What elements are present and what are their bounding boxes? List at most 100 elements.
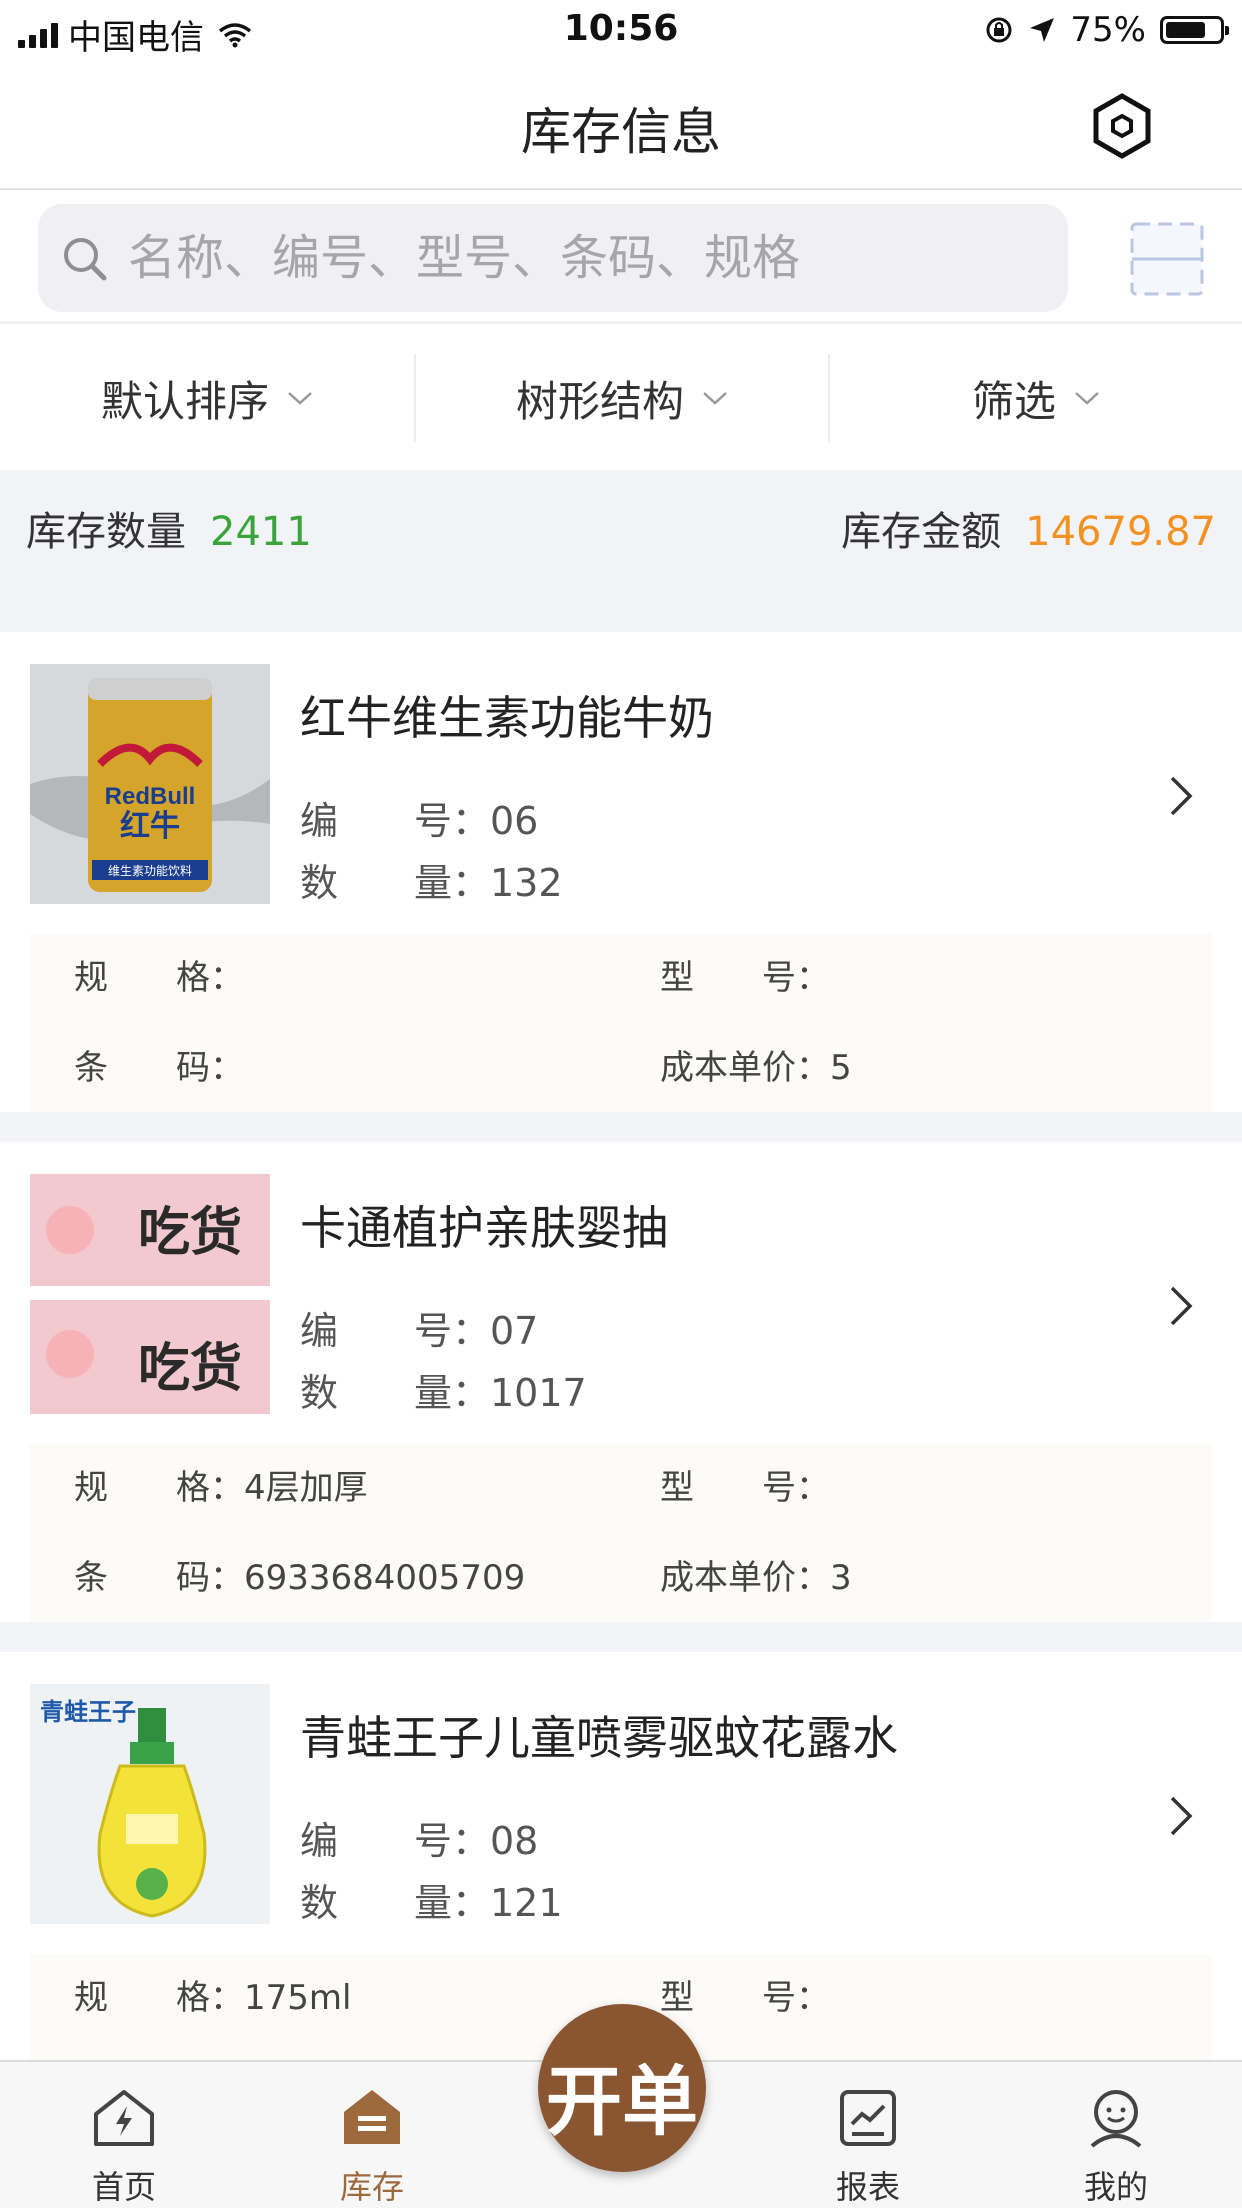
divider	[0, 1622, 1242, 1652]
quantity-value: 1017	[490, 1371, 587, 1415]
chevron-down-icon	[703, 392, 727, 405]
product-image-mosquito-spray: 青蛙王子	[30, 1684, 270, 1924]
stock-quantity-value: 2411	[210, 509, 312, 555]
tab-inventory-label: 库存	[339, 2168, 404, 2206]
spec-label: 规 格：	[74, 1468, 244, 1508]
tree-structure-label: 树形结构	[515, 376, 684, 426]
cost-value: 3	[830, 1558, 852, 1598]
code-label: 编 号：	[300, 1309, 491, 1353]
location-icon	[1030, 18, 1055, 42]
code-label: 编 号：	[300, 1819, 491, 1863]
spec-field: 规 格：	[74, 950, 244, 999]
spec-label: 规 格：	[74, 1978, 244, 2018]
tab-reports[interactable]: 报表	[788, 2062, 948, 2210]
product-details: 规 格： 型 号： 条 码： 成本单价：5	[30, 934, 1212, 1112]
product-card[interactable]: 吃货 吃货 卡通植护亲肤婴抽 编 号：07 数 量：1017 规 格：4层加厚 …	[0, 1142, 1242, 1622]
status-right: 75%	[984, 10, 1229, 50]
search-input[interactable]: 名称、编号、型号、条码、规格	[38, 204, 1068, 312]
filter-label: 筛选	[971, 376, 1056, 426]
model-field: 型 号：	[660, 950, 830, 999]
divider	[0, 594, 1242, 632]
divider	[0, 1112, 1242, 1142]
cost-field: 成本单价：3	[660, 1550, 852, 1599]
profile-icon	[1090, 2090, 1142, 2148]
product-card[interactable]: RedBull 红牛 维生素功能饮料 红牛维生素功能牛奶 编 号：06 数 量：…	[0, 632, 1242, 1112]
sort-dropdown[interactable]: 默认排序	[0, 326, 414, 470]
quantity-label: 数 量：	[300, 1371, 491, 1415]
search-icon	[64, 238, 107, 281]
quantity-value: 132	[490, 861, 563, 905]
quantity-label: 数 量：	[300, 861, 491, 905]
model-field: 型 号：	[660, 1460, 830, 1509]
quantity-label: 数 量：	[300, 1881, 491, 1925]
stock-quantity: 库存数量 2411	[26, 470, 312, 594]
cost-label: 成本单价：	[660, 1048, 830, 1088]
code-value: 07	[490, 1309, 539, 1353]
status-bar: 中国电信 10:56 75%	[0, 0, 1242, 62]
stock-amount-label: 库存金额	[841, 509, 1002, 555]
svg-text:维生素功能饮料: 维生素功能饮料	[108, 864, 192, 878]
svg-text:吃货: 吃货	[138, 1203, 242, 1263]
tab-home[interactable]: 首页	[44, 2062, 204, 2210]
barcode-field: 条 码：6933684005709	[74, 1550, 525, 1599]
svg-text:吃货: 吃货	[138, 1339, 242, 1399]
model-label: 型 号：	[660, 1468, 830, 1508]
tree-structure-dropdown[interactable]: 树形结构	[416, 326, 828, 470]
tab-inventory[interactable]: 库存	[292, 2062, 452, 2210]
inventory-summary: 库存数量 2411 库存金额 14679.87	[0, 470, 1242, 594]
chevron-right-icon[interactable]	[1168, 774, 1194, 818]
stock-quantity-label: 库存数量	[26, 509, 186, 555]
tab-profile[interactable]: 我的	[1036, 2062, 1196, 2210]
cost-field: 成本单价：5	[660, 1040, 852, 1089]
tab-reports-label: 报表	[835, 2168, 900, 2206]
nav-bar: 库存信息	[0, 62, 1242, 190]
chevron-right-icon[interactable]	[1168, 1794, 1194, 1838]
product-details: 规 格：4层加厚 型 号： 条 码：6933684005709 成本单价：3	[30, 1444, 1212, 1622]
report-icon	[840, 2090, 896, 2146]
inventory-icon	[344, 2090, 400, 2144]
barcode-value: 6933684005709	[244, 1558, 526, 1598]
tab-profile-label: 我的	[1083, 2168, 1148, 2206]
cost-label: 成本单价：	[660, 1558, 830, 1598]
chevron-down-icon	[288, 392, 312, 405]
battery-icon	[1160, 16, 1229, 44]
svg-text:RedBull: RedBull	[105, 783, 196, 810]
svg-text:红牛: 红牛	[120, 809, 180, 844]
rotation-lock-icon	[986, 17, 1012, 43]
barcode-label: 条 码：	[74, 1048, 244, 1088]
product-name: 红牛维生素功能牛奶	[300, 691, 714, 745]
product-quantity: 数 量：132	[300, 852, 563, 907]
create-order-button[interactable]: 开单	[538, 2004, 706, 2172]
filter-dropdown[interactable]: 筛选	[830, 326, 1242, 470]
product-quantity: 数 量：121	[300, 1872, 563, 1927]
spec-value: 175ml	[244, 1978, 352, 2018]
product-name: 青蛙王子儿童喷雾驱蚊花露水	[300, 1711, 898, 1765]
scan-icon[interactable]	[1130, 222, 1204, 296]
divider	[0, 321, 1242, 324]
tab-home-label: 首页	[91, 2168, 156, 2206]
code-value: 06	[490, 799, 539, 843]
home-bolt-icon	[94, 2090, 154, 2146]
quantity-value: 121	[490, 1881, 563, 1925]
product-code: 编 号：08	[300, 1810, 538, 1865]
cost-value: 5	[830, 1048, 852, 1088]
chevron-right-icon[interactable]	[1168, 1284, 1194, 1328]
hexagon-settings-icon[interactable]	[1088, 92, 1156, 160]
model-field: 型 号：	[660, 1970, 830, 2019]
code-value: 08	[490, 1819, 539, 1863]
search-placeholder: 名称、编号、型号、条码、规格	[128, 230, 801, 286]
product-quantity: 数 量：1017	[300, 1362, 587, 1417]
spec-label: 规 格：	[74, 958, 244, 998]
svg-text:青蛙王子: 青蛙王子	[40, 1698, 136, 1726]
product-image-tissue: 吃货 吃货	[30, 1174, 270, 1414]
sort-label: 默认排序	[100, 376, 269, 426]
battery-percent: 75%	[1070, 10, 1146, 50]
spec-value: 4层加厚	[244, 1468, 368, 1508]
barcode-field: 条 码：	[74, 1040, 244, 1089]
stock-amount: 库存金额 14679.87	[841, 470, 1216, 594]
chevron-down-icon	[1075, 392, 1099, 405]
model-label: 型 号：	[660, 958, 830, 998]
product-code: 编 号：06	[300, 790, 538, 845]
code-label: 编 号：	[300, 799, 491, 843]
search-row: 名称、编号、型号、条码、规格	[0, 190, 1242, 324]
